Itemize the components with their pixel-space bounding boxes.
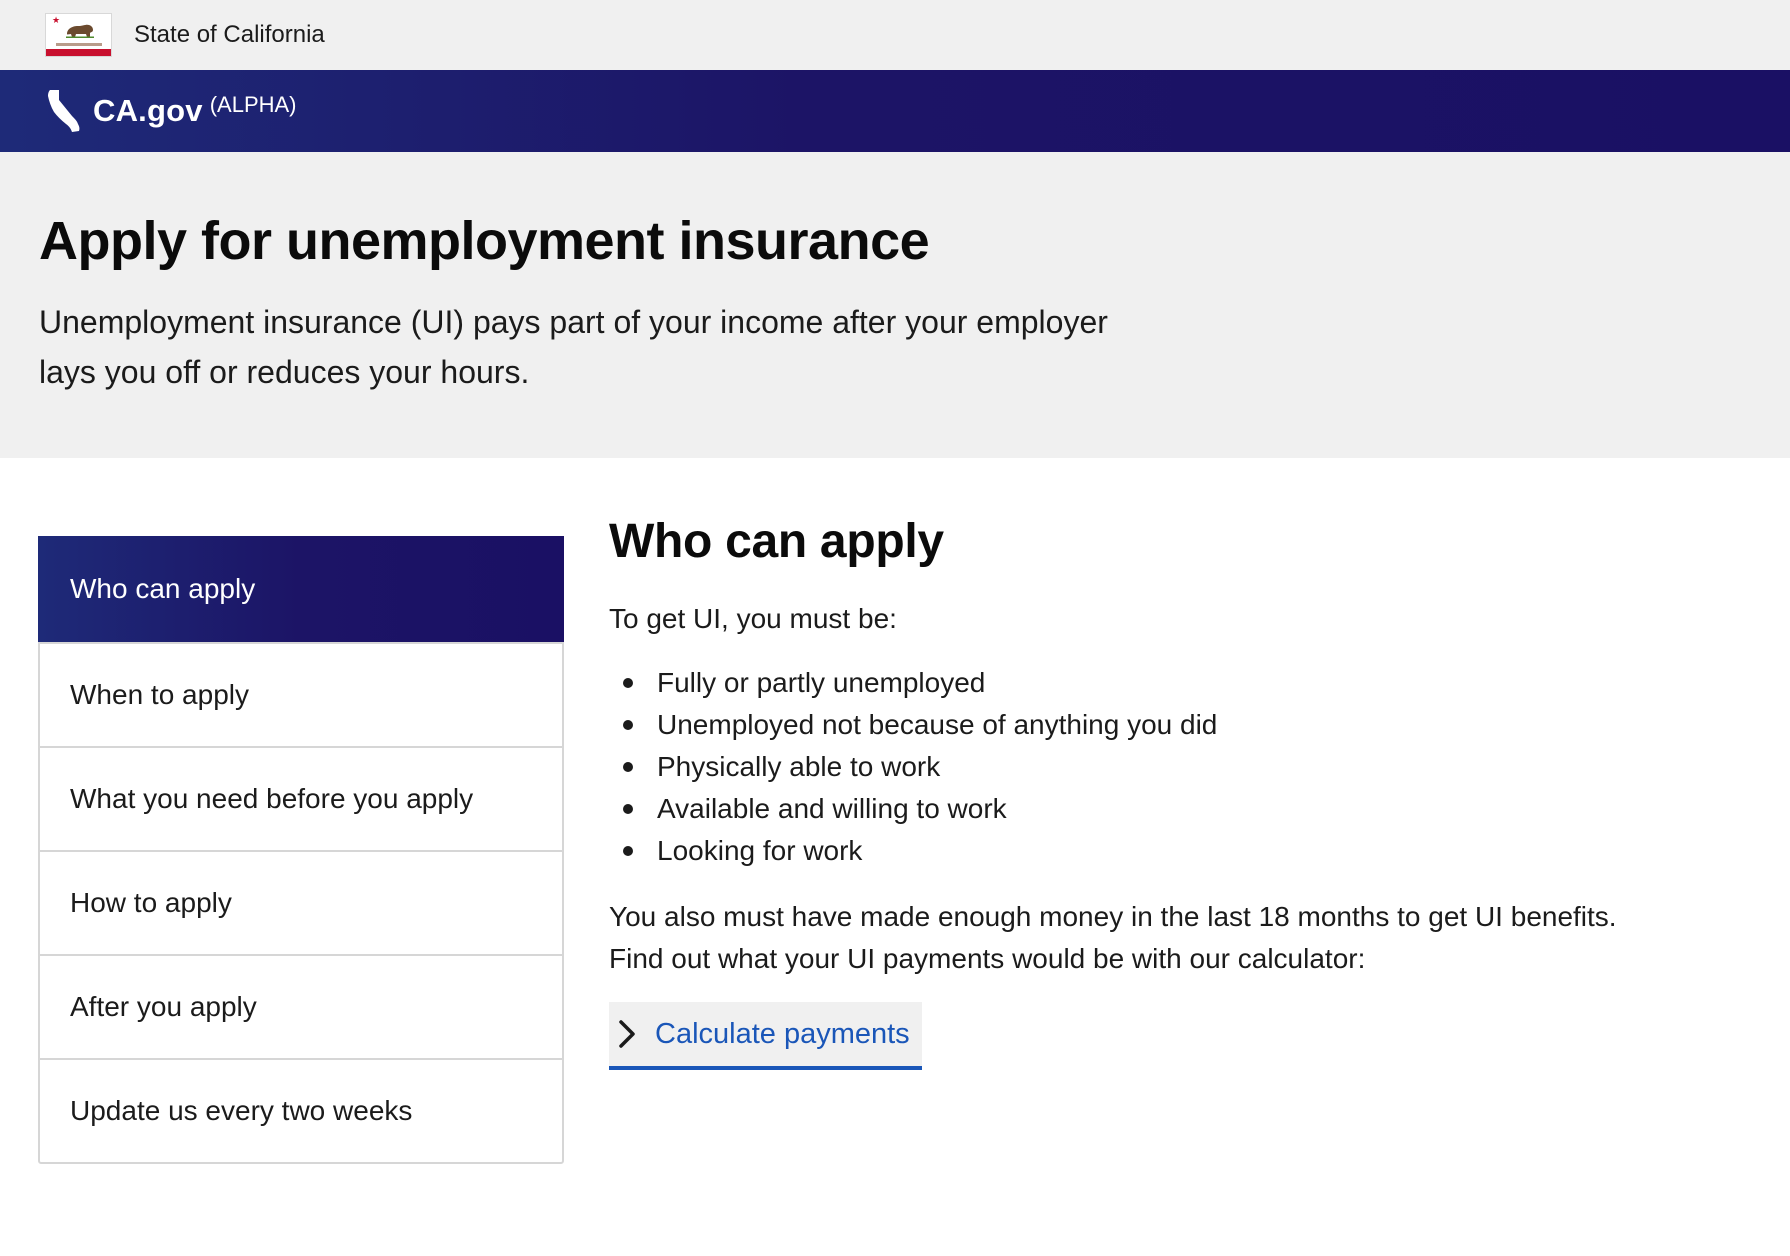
requirement-text: Looking for work — [657, 835, 863, 866]
note-line-1: You also must have made enough money in … — [609, 901, 1617, 932]
calculate-payments-link[interactable]: Calculate payments — [609, 1002, 922, 1070]
bullet-icon — [623, 720, 633, 730]
hero: Apply for unemployment insurance Unemplo… — [0, 152, 1790, 458]
list-item: Unemployed not because of anything you d… — [609, 704, 1749, 746]
nav-item-after-you-apply[interactable]: After you apply — [40, 954, 562, 1058]
california-outline-icon — [48, 90, 80, 132]
brand-logo[interactable]: CA.gov — [93, 93, 203, 129]
list-item: Looking for work — [609, 830, 1749, 872]
requirements-list: Fully or partly unemployed Unemployed no… — [609, 662, 1749, 872]
requirement-text: Fully or partly unemployed — [657, 667, 986, 698]
note-line-2: Find out what your UI payments would be … — [609, 943, 1366, 974]
requirement-text: Available and willing to work — [657, 793, 1007, 824]
section-title: Who can apply — [609, 515, 944, 568]
state-name[interactable]: State of California — [134, 21, 325, 49]
list-item: Available and willing to work — [609, 788, 1749, 830]
utility-bar: ★ State of California — [0, 0, 1790, 70]
main-content: Who can apply When to apply What you nee… — [0, 458, 1790, 1256]
nav-item-update-us[interactable]: Update us every two weeks — [40, 1058, 562, 1162]
intro-text: Unemployment insurance (UI) pays part of… — [39, 304, 1108, 391]
list-item: Fully or partly unemployed — [609, 662, 1749, 704]
side-nav: Who can apply When to apply What you nee… — [38, 536, 564, 1164]
bullet-icon — [623, 846, 633, 856]
eligibility-note: You also must have made enough money in … — [609, 896, 1749, 980]
chevron-right-icon — [619, 1020, 635, 1048]
bullet-icon — [623, 804, 633, 814]
list-item: Physically able to work — [609, 746, 1749, 788]
nav-item-who-can-apply[interactable]: Who can apply — [38, 536, 564, 642]
requirement-text: Unemployed not because of anything you d… — [657, 709, 1218, 740]
bullet-icon — [623, 678, 633, 688]
california-flag-icon: ★ — [45, 13, 112, 57]
nav-item-what-you-need[interactable]: What you need before you apply — [40, 746, 562, 850]
nav-item-when-to-apply[interactable]: When to apply — [40, 642, 562, 746]
lead-text: To get UI, you must be: — [609, 603, 897, 634]
nav-item-how-to-apply[interactable]: How to apply — [40, 850, 562, 954]
section-who-can-apply: Who can apply To get UI, you must be: Fu… — [609, 514, 1749, 1070]
site-header: CA.gov (ALPHA) — [0, 70, 1790, 152]
bullet-icon — [623, 762, 633, 772]
calculate-payments-label: Calculate payments — [655, 1017, 910, 1050]
page-title: Apply for unemployment insurance — [39, 211, 930, 271]
requirement-text: Physically able to work — [657, 751, 941, 782]
alpha-tag: (ALPHA) — [209, 92, 297, 117]
